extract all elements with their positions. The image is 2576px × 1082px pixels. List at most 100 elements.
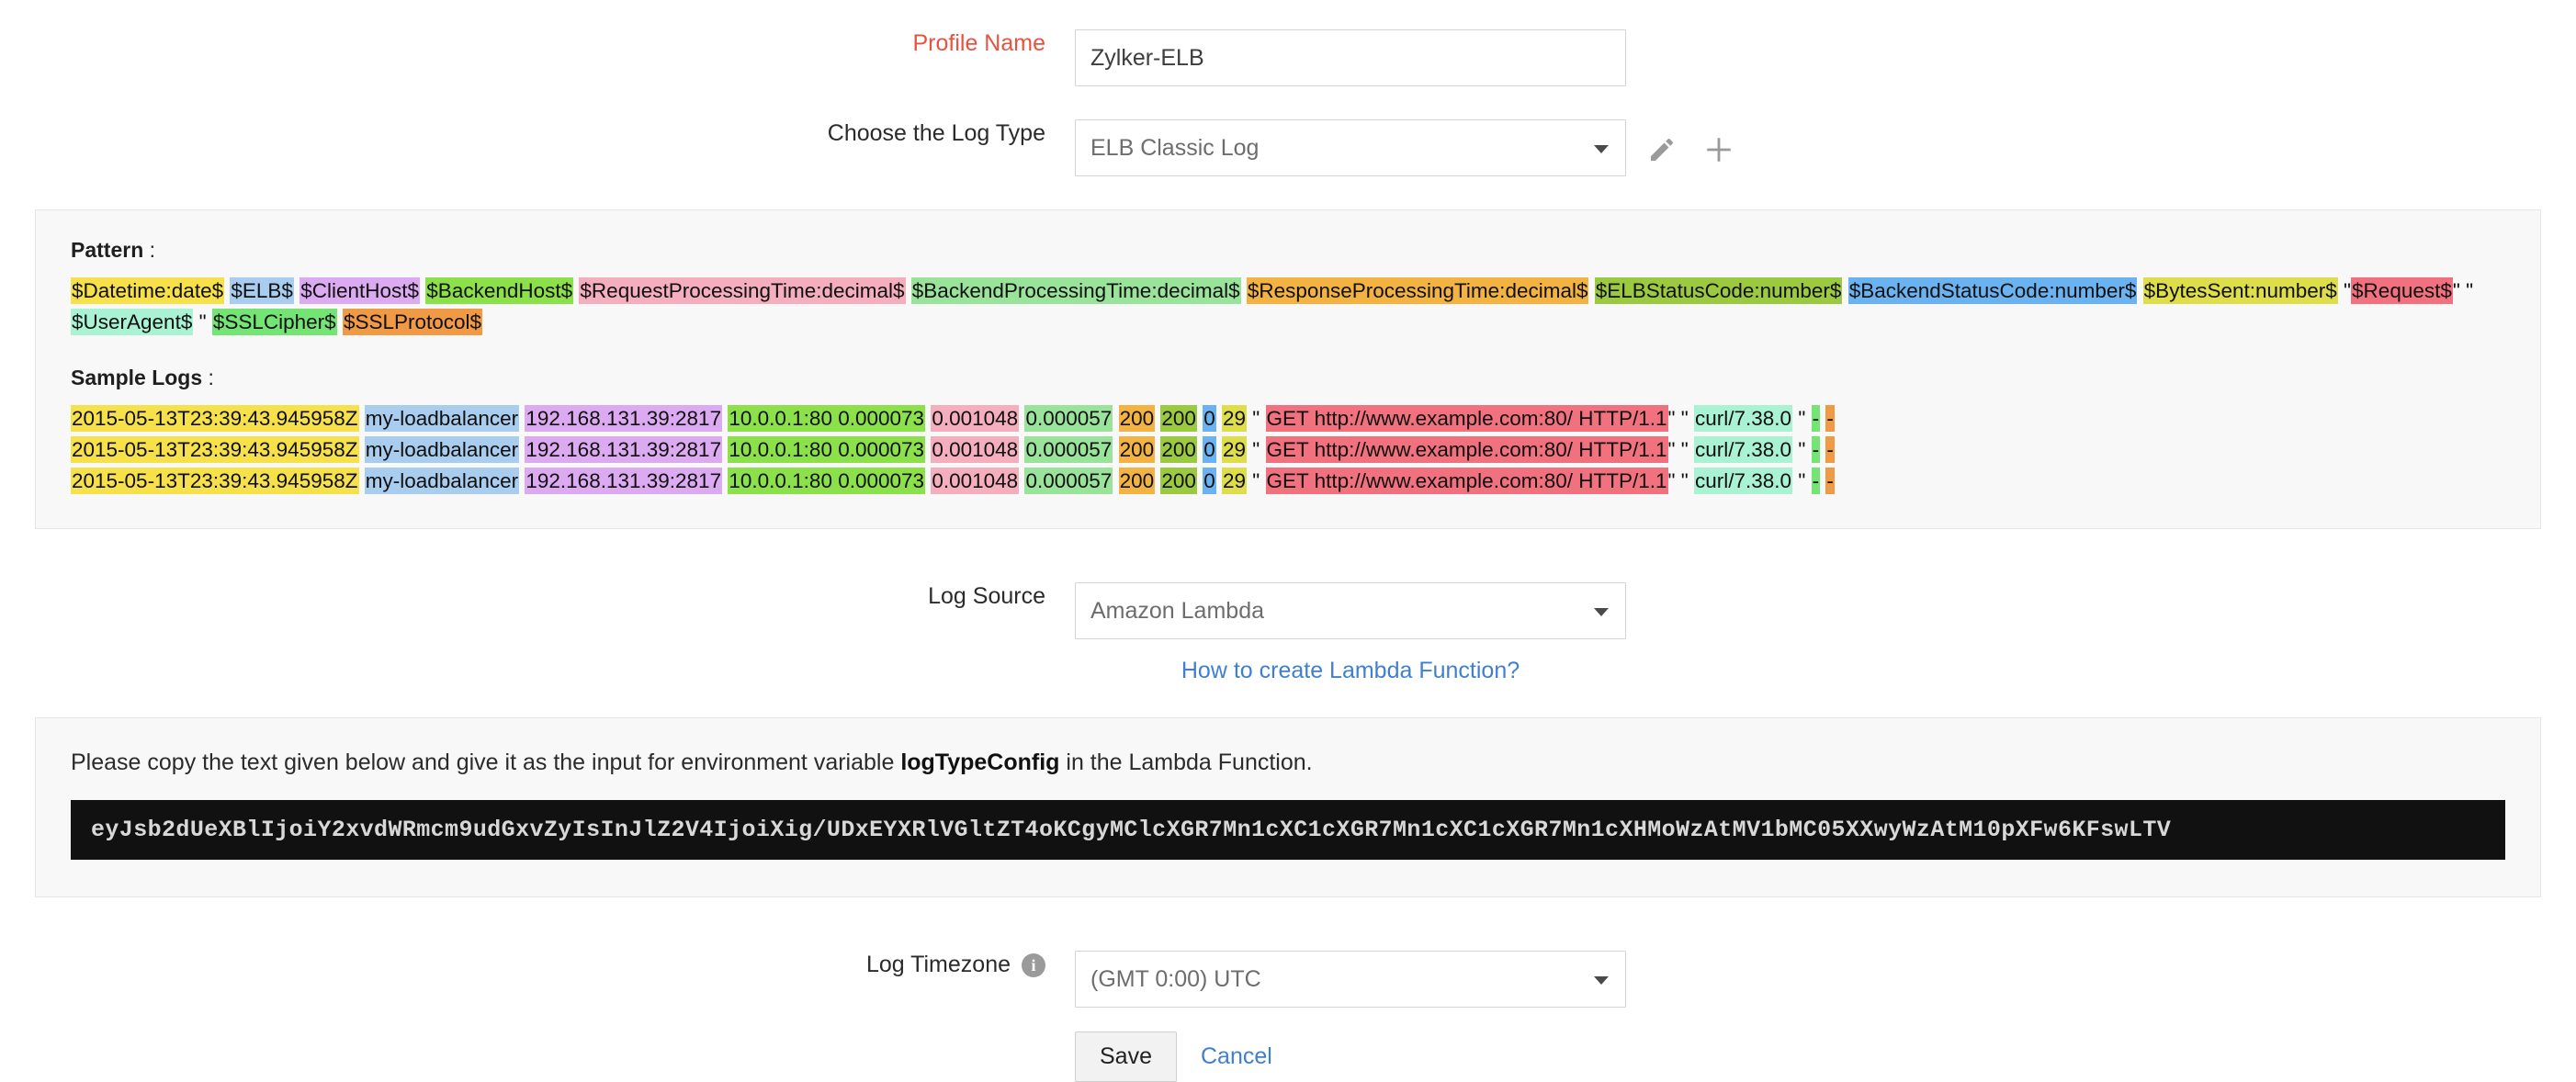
- log-token: ": [1247, 438, 1266, 461]
- log-timezone-selected-value: (GMT 0:00) UTC: [1090, 965, 1261, 992]
- log-token: $ResponseProcessingTime:decimal$: [1246, 277, 1589, 304]
- log-timezone-label: Log Timezone: [865, 952, 1011, 977]
- log-token: 2015-05-13T23:39:43.945958Z: [71, 436, 359, 463]
- log-token: $UserAgent$: [71, 309, 194, 335]
- log-token: $BytesSent:number$: [2142, 277, 2338, 304]
- log-token: 0: [1203, 405, 1216, 432]
- log-token: [906, 279, 911, 302]
- log-source-control: Amazon Lambda How to create Lambda Funct…: [1075, 582, 1626, 684]
- log-token: [337, 310, 343, 333]
- log-token: $BackendHost$: [425, 277, 574, 304]
- log-type-icon-group: [1646, 119, 1734, 165]
- log-token: " ": [1667, 407, 1694, 430]
- chevron-down-icon: [1594, 608, 1609, 616]
- log-type-row: Choose the Log Type ELB Classic Log: [0, 119, 2576, 176]
- log-token: curl/7.38.0: [1694, 436, 1793, 463]
- chevron-down-icon: [1594, 145, 1609, 153]
- log-token: 200: [1118, 436, 1156, 463]
- lambda-instruction-post: in the Lambda Function.: [1059, 750, 1313, 775]
- log-token: $ClientHost$: [299, 277, 421, 304]
- button-row: Save Cancel: [1075, 1031, 1626, 1082]
- log-token: 200: [1118, 405, 1156, 432]
- log-token: 10.0.0.1:80 0.000073: [728, 468, 926, 494]
- log-token: [2137, 279, 2142, 302]
- log-timezone-row: Log Timezone i (GMT 0:00) UTC: [0, 951, 2576, 1008]
- chevron-down-icon: [1594, 976, 1609, 985]
- log-token: GET http://www.example.com:80/ HTTP/1.1: [1265, 405, 1668, 432]
- log-token: -: [1825, 436, 1835, 463]
- profile-name-label: Profile Name: [912, 30, 1046, 56]
- log-token: ": [1247, 469, 1266, 492]
- log-token: " ": [1667, 469, 1694, 492]
- info-icon[interactable]: i: [1022, 953, 1045, 978]
- log-token: 200: [1160, 468, 1197, 494]
- log-token: $ELBStatusCode:number$: [1594, 277, 1843, 304]
- plus-icon[interactable]: [1703, 134, 1734, 165]
- log-token: ": [1247, 407, 1266, 430]
- log-source-select[interactable]: Amazon Lambda: [1075, 582, 1626, 639]
- log-token: 29: [1221, 468, 1248, 494]
- log-source-selected-value: Amazon Lambda: [1090, 597, 1265, 624]
- log-token: my-loadbalancer: [364, 405, 520, 432]
- log-token: GET http://www.example.com:80/ HTTP/1.1: [1265, 468, 1668, 494]
- log-token: [1241, 279, 1247, 302]
- log-token: 0.000057: [1024, 436, 1113, 463]
- how-to-create-lambda-function-link[interactable]: How to create Lambda Function?: [1181, 658, 1520, 683]
- log-token: 29: [1221, 405, 1248, 432]
- sample-logs-list: 2015-05-13T23:39:43.945958Z my-loadbalan…: [71, 403, 2505, 497]
- log-token: [1113, 438, 1118, 461]
- log-token: 200: [1160, 436, 1197, 463]
- log-token: $ELB$: [230, 277, 294, 304]
- sample-log-row: 2015-05-13T23:39:43.945958Z my-loadbalan…: [71, 466, 2505, 497]
- cancel-link[interactable]: Cancel: [1201, 1043, 1272, 1070]
- log-token: $Request$: [2351, 277, 2453, 304]
- log-token: -: [1825, 468, 1835, 494]
- lambda-env-var-name: logTypeConfig: [900, 750, 1060, 775]
- sample-log-row: 2015-05-13T23:39:43.945958Z my-loadbalan…: [71, 403, 2505, 434]
- log-token: [1588, 279, 1594, 302]
- log-profile-form-page: Profile Name Choose the Log Type ELB Cla…: [0, 0, 2576, 1082]
- log-token: $BackendProcessingTime:decimal$: [910, 277, 1241, 304]
- actions-row: Save Cancel: [0, 1031, 2576, 1082]
- log-token: curl/7.38.0: [1694, 468, 1793, 494]
- profile-name-input[interactable]: [1075, 29, 1626, 86]
- log-type-config-token[interactable]: eyJsb2dUeXBlIjoiY2xvdWRmcm9udGxvZyIsInJl…: [71, 800, 2505, 860]
- pattern-heading: Pattern :: [71, 238, 2505, 263]
- log-type-selected-value: ELB Classic Log: [1090, 134, 1260, 161]
- log-token: 0.001048: [931, 436, 1020, 463]
- sample-logs-heading: Sample Logs :: [71, 366, 2505, 390]
- log-token: 0.001048: [931, 405, 1020, 432]
- log-type-control: ELB Classic Log: [1075, 119, 1626, 176]
- log-token: -: [1811, 405, 1821, 432]
- log-token: my-loadbalancer: [364, 468, 520, 494]
- log-timezone-select[interactable]: (GMT 0:00) UTC: [1075, 951, 1626, 1008]
- log-type-select[interactable]: ELB Classic Log: [1075, 119, 1626, 176]
- pencil-icon[interactable]: [1646, 134, 1678, 165]
- log-token: curl/7.38.0: [1694, 405, 1793, 432]
- log-token: 0.001048: [931, 468, 1020, 494]
- log-token: 2015-05-13T23:39:43.945958Z: [71, 405, 359, 432]
- sample-logs-heading-suffix: :: [202, 366, 214, 389]
- log-token: 0.000057: [1024, 405, 1113, 432]
- log-token: 200: [1160, 405, 1197, 432]
- log-token: [359, 469, 365, 492]
- log-token: [359, 407, 365, 430]
- pattern-line-1: $Datetime:date$ $ELB$ $ClientHost$ $Back…: [71, 277, 2351, 304]
- pattern-tokens: $Datetime:date$ $ELB$ $ClientHost$ $Back…: [71, 276, 2505, 338]
- log-token: $BackendStatusCode:number$: [1847, 277, 2138, 304]
- log-token: 192.168.131.39:2817: [525, 405, 723, 432]
- actions-control: Save Cancel: [1075, 1031, 1626, 1082]
- profile-name-row: Profile Name: [0, 29, 2576, 86]
- save-button[interactable]: Save: [1075, 1031, 1177, 1082]
- sample-log-row: 2015-05-13T23:39:43.945958Z my-loadbalan…: [71, 434, 2505, 466]
- log-token: 0.000057: [1024, 468, 1113, 494]
- log-token: -: [1811, 436, 1821, 463]
- log-token: 2015-05-13T23:39:43.945958Z: [71, 468, 359, 494]
- log-token: 0: [1203, 436, 1216, 463]
- log-token: [1842, 279, 1847, 302]
- log-token: $SSLProtocol$: [342, 309, 483, 335]
- log-token: ": [1792, 438, 1812, 461]
- log-token: " ": [2452, 279, 2474, 302]
- lambda-instruction-pre: Please copy the text given below and giv…: [71, 750, 901, 775]
- profile-name-control: [1075, 29, 1626, 86]
